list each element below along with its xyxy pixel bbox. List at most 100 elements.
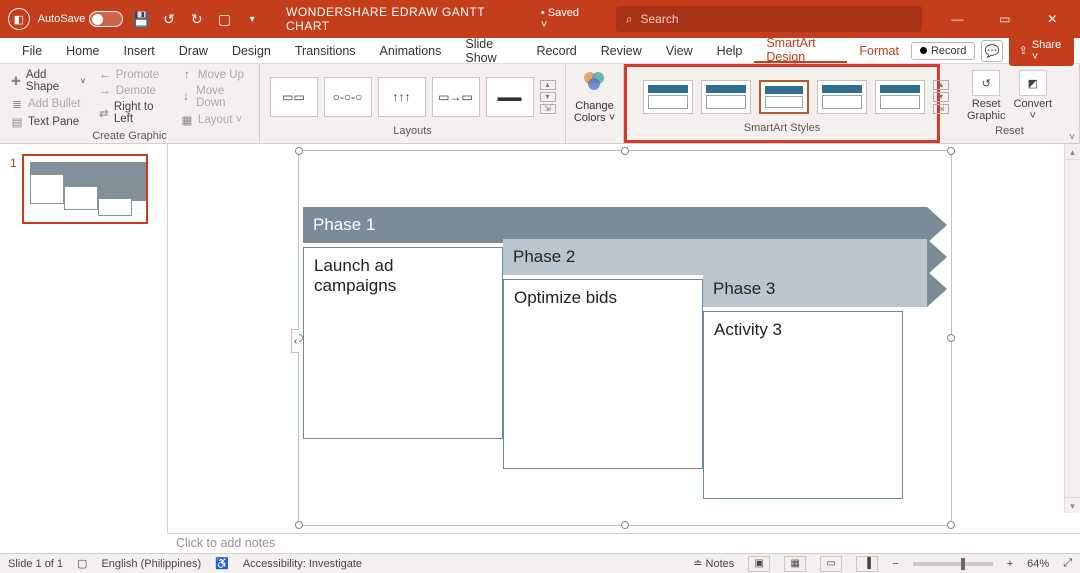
tab-home[interactable]: Home: [54, 38, 111, 63]
search-placeholder: Search: [640, 12, 678, 26]
notes-pane[interactable]: Click to add notes: [168, 533, 1080, 553]
tab-insert[interactable]: Insert: [112, 38, 167, 63]
share-button[interactable]: ⇪Share ˅: [1009, 36, 1074, 66]
tab-animations[interactable]: Animations: [368, 38, 454, 63]
saved-indicator[interactable]: • Saved ˅: [541, 7, 588, 31]
view-sorter-button[interactable]: ▦: [784, 556, 806, 572]
resize-handle[interactable]: [621, 147, 629, 155]
change-colors-icon[interactable]: [582, 70, 608, 92]
comments-button[interactable]: 💬: [981, 40, 1002, 62]
vertical-scrollbar[interactable]: ▴ ▾: [1064, 144, 1080, 513]
view-slideshow-button[interactable]: ▐: [856, 556, 878, 572]
style-option-3[interactable]: [759, 80, 809, 114]
mini-box: [98, 198, 132, 216]
group-label-create: Create Graphic: [8, 130, 251, 142]
close-button[interactable]: ✕: [1033, 0, 1072, 38]
smartart-selection[interactable]: ‹ Phase 1 Launch ad campaigns Phase 2 Op…: [298, 150, 952, 526]
scroll-down-icon[interactable]: ▾: [1065, 497, 1080, 513]
status-accessibility[interactable]: Accessibility: Investigate: [243, 558, 362, 570]
status-slide-count: Slide 1 of 1: [8, 558, 63, 570]
group-reset: ↺ Reset Graphic ◩ Convert ˅ Reset ˅: [940, 64, 1080, 143]
text-pane-button[interactable]: ▤Text Pane: [8, 114, 88, 130]
view-reading-button[interactable]: ▭: [820, 556, 842, 572]
tab-view[interactable]: View: [654, 38, 705, 63]
phase-3-activity[interactable]: Activity 3: [703, 311, 903, 499]
move-up-button: ↑Move Up: [178, 68, 251, 82]
tab-review[interactable]: Review: [589, 38, 654, 63]
resize-handle[interactable]: [947, 334, 955, 342]
slide-thumbnail-1[interactable]: 1: [22, 154, 148, 224]
phase-2-arrow[interactable]: Phase 2: [503, 239, 927, 275]
layouts-scroll[interactable]: ▴▾⇲: [540, 80, 556, 114]
status-language[interactable]: English (Philippines): [101, 558, 201, 570]
style-option-4[interactable]: [817, 80, 867, 114]
document-title: WONDERSHARE EDRAW GANTT CHART: [286, 5, 529, 33]
zoom-level[interactable]: 64%: [1027, 558, 1049, 570]
resize-handle[interactable]: [295, 521, 303, 529]
group-smartart-styles: ▴▾⇲ SmartArt Styles: [624, 64, 940, 143]
style-option-2[interactable]: [701, 80, 751, 114]
scroll-up-icon[interactable]: ▴: [1065, 144, 1080, 160]
tab-design[interactable]: Design: [220, 38, 283, 63]
group-label-styles: SmartArt Styles: [635, 122, 929, 138]
add-shape-button[interactable]: ✚Add Shape˅: [8, 68, 88, 94]
phase-3-arrow[interactable]: Phase 3: [703, 271, 927, 307]
tab-record[interactable]: Record: [524, 38, 588, 63]
view-normal-button[interactable]: ▣: [748, 556, 770, 572]
zoom-out-button[interactable]: −: [892, 558, 898, 570]
tab-smartart-design[interactable]: SmartArt Design: [754, 38, 847, 63]
zoom-thumb[interactable]: [961, 558, 965, 570]
tab-file[interactable]: File: [10, 38, 54, 63]
slide-number: 1: [10, 156, 17, 170]
minimize-button[interactable]: —: [938, 0, 977, 38]
change-colors-label[interactable]: Change Colors ˅: [574, 100, 615, 124]
move-down-icon: ↓: [180, 91, 192, 103]
group-change-colors: Change Colors ˅: [566, 64, 624, 143]
redo-icon[interactable]: ↻: [187, 11, 207, 28]
group-label-layouts: Layouts: [268, 125, 557, 141]
status-bar: Slide 1 of 1 ▢ English (Philippines) ♿ A…: [0, 553, 1080, 573]
tab-transitions[interactable]: Transitions: [283, 38, 368, 63]
layout-option-5[interactable]: ▬▬: [486, 77, 534, 117]
layout-option-2[interactable]: ○-○-○: [324, 77, 372, 117]
record-dot-icon: [920, 47, 927, 54]
reset-graphic-button[interactable]: ↺ Reset Graphic: [967, 70, 1006, 122]
notes-toggle[interactable]: ≐ Notes: [693, 557, 734, 570]
qat-overflow-icon[interactable]: ▾: [242, 14, 262, 25]
add-shape-icon: ✚: [10, 74, 22, 88]
tab-slideshow[interactable]: Slide Show: [453, 38, 524, 63]
maximize-button[interactable]: ▭: [985, 0, 1024, 38]
resize-handle[interactable]: [947, 521, 955, 529]
tab-format[interactable]: Format: [847, 38, 911, 63]
style-option-1[interactable]: [643, 80, 693, 114]
text-pane-toggle-tab[interactable]: ‹: [291, 329, 299, 353]
reset-icon: ↺: [972, 70, 1000, 96]
zoom-in-button[interactable]: +: [1007, 558, 1013, 570]
layout-option-1[interactable]: ▭▭: [270, 77, 318, 117]
phase-2-activity[interactable]: Optimize bids: [503, 279, 703, 469]
resize-handle[interactable]: [621, 521, 629, 529]
slide-canvas[interactable]: ‹ Phase 1 Launch ad campaigns Phase 2 Op…: [168, 144, 1080, 533]
phase-1-activity[interactable]: Launch ad campaigns: [303, 247, 503, 439]
tab-help[interactable]: Help: [705, 38, 755, 63]
zoom-slider[interactable]: [913, 562, 993, 566]
layout-option-4[interactable]: ▭→▭: [432, 77, 480, 117]
phase-1-arrow[interactable]: Phase 1: [303, 207, 927, 243]
style-option-5[interactable]: [875, 80, 925, 114]
fit-to-window-button[interactable]: ⤢: [1063, 557, 1072, 570]
ribbon-collapse-icon[interactable]: ˅: [1069, 132, 1075, 143]
save-icon[interactable]: 💾: [131, 11, 151, 28]
search-box[interactable]: ⌕ Search: [616, 6, 922, 32]
present-icon[interactable]: ▢: [215, 11, 235, 28]
layout-option-3[interactable]: ↑↑↑: [378, 77, 426, 117]
tab-draw[interactable]: Draw: [167, 38, 220, 63]
resize-handle[interactable]: [947, 147, 955, 155]
convert-button[interactable]: ◩ Convert ˅: [1014, 70, 1053, 122]
undo-icon[interactable]: ↺: [159, 11, 179, 28]
autosave-toggle[interactable]: AutoSave: [38, 11, 124, 27]
right-to-left-button[interactable]: ⇄Right to Left: [96, 100, 170, 126]
record-button[interactable]: Record: [911, 42, 975, 60]
demote-icon: →: [98, 85, 112, 97]
app-icon: ◧: [8, 8, 30, 30]
resize-handle[interactable]: [295, 147, 303, 155]
